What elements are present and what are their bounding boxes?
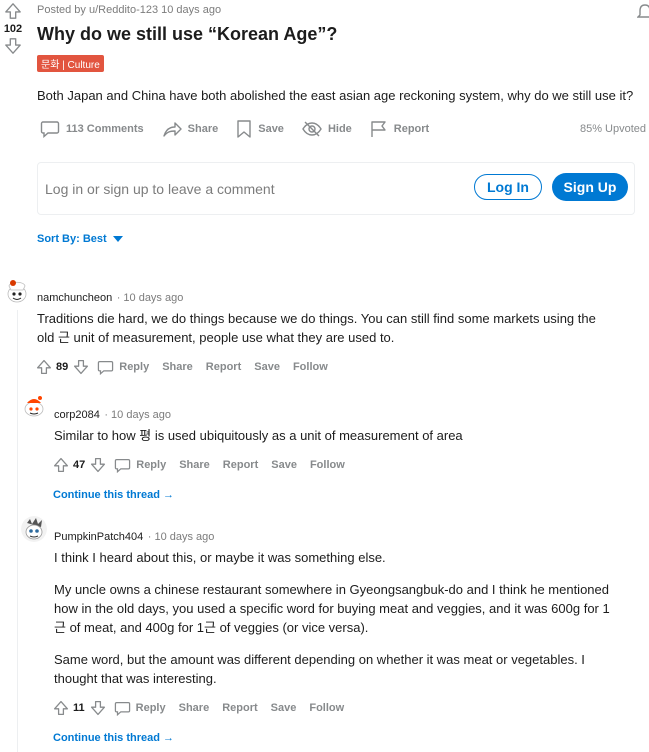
comment-line: old 근 unit of measurement, people use wh… xyxy=(37,330,395,345)
upvote-icon[interactable] xyxy=(4,2,24,20)
thread-line[interactable] xyxy=(17,310,18,752)
signup-button[interactable]: Sign Up xyxy=(552,173,628,201)
downvote-icon[interactable] xyxy=(90,700,106,716)
comment-username[interactable]: corp2084 xyxy=(54,409,100,421)
upvote-icon[interactable] xyxy=(53,700,69,716)
report-label: Report xyxy=(393,123,430,135)
share-icon xyxy=(162,120,182,138)
follow-button[interactable]: Follow xyxy=(310,459,345,471)
report-button[interactable]: Report xyxy=(223,459,258,471)
reply-button[interactable]: Reply xyxy=(114,701,166,716)
comment-meta: corp2084 · 10 days ago xyxy=(54,405,171,423)
comment-icon xyxy=(114,701,131,716)
comment-body: Similar to how 평 is used ubiquitously as… xyxy=(54,426,463,445)
comment-icon xyxy=(40,120,60,138)
share-label: Share xyxy=(187,123,219,135)
downvote-icon[interactable] xyxy=(4,37,24,55)
caret-down-icon xyxy=(112,236,123,242)
comment-score: 89 xyxy=(56,361,69,373)
avatar[interactable] xyxy=(4,278,30,304)
save-button[interactable]: Save xyxy=(254,361,280,373)
comment-body: I think I heard about this, or maybe it … xyxy=(54,548,386,567)
upvote-ratio: 85% Upvoted xyxy=(579,123,646,135)
reply-button[interactable]: Reply xyxy=(97,360,149,375)
upvote-icon[interactable] xyxy=(53,457,69,473)
avatar[interactable] xyxy=(21,394,47,420)
report-button[interactable]: Report xyxy=(222,702,257,714)
sort-label: Sort By: Best xyxy=(37,233,107,245)
post-title[interactable]: Why do we still use “Korean Age”? xyxy=(37,24,337,45)
report-button[interactable]: Report xyxy=(370,120,429,138)
comment-time: · 10 days ago xyxy=(147,531,215,543)
continue-thread-link[interactable]: Continue this thread → xyxy=(53,489,174,501)
comments-button[interactable]: 113 Comments xyxy=(40,120,144,138)
comment-paragraph: Same word, but the amount was different … xyxy=(54,650,585,688)
hide-button[interactable]: Hide xyxy=(302,121,352,137)
hide-eye-icon xyxy=(302,121,322,137)
arrow-right-icon: → xyxy=(163,732,175,744)
comment-actions: 47 Reply Share Report Save Follow xyxy=(53,455,358,475)
continue-thread-label: Continue this thread xyxy=(53,489,160,501)
post-action-bar: 113 Comments Share Save Hide Report xyxy=(37,118,447,140)
comment-line: Traditions die hard, we do things becaus… xyxy=(37,311,596,326)
avatar[interactable] xyxy=(21,516,47,542)
share-button[interactable]: Share xyxy=(179,459,210,471)
follow-button[interactable]: Follow xyxy=(309,702,344,714)
sort-dropdown[interactable]: Sort By: Best xyxy=(37,233,123,245)
comment-meta: PumpkinPatch404 · 10 days ago xyxy=(54,527,214,545)
comment-time: · 10 days ago xyxy=(104,409,171,421)
save-button[interactable]: Save xyxy=(271,702,297,714)
reply-label: Reply xyxy=(136,459,167,471)
continue-thread-label: Continue this thread xyxy=(53,732,160,744)
comment-line: thought that was interesting. xyxy=(54,671,217,686)
comment-line: My uncle owns a chinese restaurant somew… xyxy=(54,582,609,597)
follow-button[interactable]: Follow xyxy=(293,361,328,373)
reply-label: Reply xyxy=(135,702,166,714)
bell-icon[interactable] xyxy=(637,2,649,22)
continue-thread-link[interactable]: Continue this thread → xyxy=(53,732,174,744)
comment-line: how in the old days, you used a specific… xyxy=(54,601,610,616)
hide-label: Hide xyxy=(327,123,352,135)
comment-body: Traditions die hard, we do things becaus… xyxy=(37,309,596,347)
comment-icon xyxy=(114,458,131,473)
save-label: Save xyxy=(258,123,284,135)
post-vote-column: 102 xyxy=(2,2,24,55)
share-button[interactable]: Share xyxy=(179,702,210,714)
comment-meta: namchuncheon · 10 days ago xyxy=(37,288,183,306)
share-button[interactable]: Share xyxy=(162,120,219,138)
posted-by: Posted by u/Reddito-123 10 days ago xyxy=(37,4,222,16)
post-flair[interactable]: 문화 | Culture xyxy=(37,55,104,72)
save-button[interactable]: Save xyxy=(236,119,284,139)
login-button[interactable]: Log In xyxy=(474,174,542,200)
comment-time: · 10 days ago xyxy=(116,292,184,304)
report-button[interactable]: Report xyxy=(206,361,241,373)
comment-actions: 11 Reply Share Report Save Follow xyxy=(53,698,357,718)
post-score: 102 xyxy=(3,23,23,35)
comment-score: 11 xyxy=(73,702,85,714)
arrow-right-icon: → xyxy=(163,489,175,501)
comment-icon xyxy=(97,360,114,375)
reply-label: Reply xyxy=(119,361,150,373)
reply-button[interactable]: Reply xyxy=(114,458,166,473)
comment-paragraph: My uncle owns a chinese restaurant somew… xyxy=(54,580,610,637)
post-body: Both Japan and China have both abolished… xyxy=(37,88,634,103)
comment-line: 근 of meat, and 400g for 1근 of veggies (o… xyxy=(54,620,369,635)
comment-username[interactable]: namchuncheon xyxy=(37,292,112,304)
comments-label: 113 Comments xyxy=(66,123,144,135)
downvote-icon[interactable] xyxy=(90,457,106,473)
comment-score: 47 xyxy=(73,459,86,471)
save-button[interactable]: Save xyxy=(271,459,297,471)
comment-actions: 89 Reply Share Report Save Follow xyxy=(36,357,341,377)
login-prompt: Log in or sign up to leave a comment xyxy=(45,181,275,197)
share-button[interactable]: Share xyxy=(162,361,193,373)
comment-line: Same word, but the amount was different … xyxy=(54,652,585,667)
comment-line: I think I heard about this, or maybe it … xyxy=(54,550,386,565)
flag-icon xyxy=(370,120,388,138)
comment-line: Similar to how 평 is used ubiquitously as… xyxy=(54,428,463,443)
comment-username[interactable]: PumpkinPatch404 xyxy=(54,531,143,543)
bookmark-icon xyxy=(236,119,252,139)
upvote-icon[interactable] xyxy=(36,359,52,375)
downvote-icon[interactable] xyxy=(73,359,89,375)
